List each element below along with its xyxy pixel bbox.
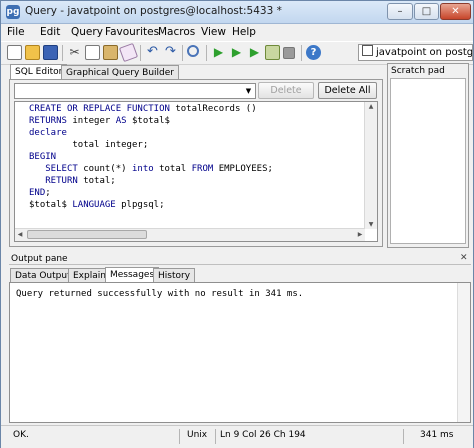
code-line: RETURNS integer AS $total$ (29, 116, 170, 126)
query-time: 341 ms (420, 430, 454, 440)
chevron-down-icon[interactable]: ▼ (242, 84, 255, 98)
toolbar-separator (182, 45, 183, 61)
status-separator (215, 429, 216, 444)
execute-icon[interactable]: ▶ (211, 45, 226, 60)
query-window: pg Query - javatpoint on postgres@localh… (0, 0, 474, 448)
scroll-down-icon[interactable]: ▼ (365, 221, 377, 228)
code-line: SELECT count(*) into total FROM EMPLOYEE… (45, 164, 273, 174)
tab-messages[interactable]: Messages (105, 267, 160, 283)
pgadmin-elephant-icon: pg (6, 5, 20, 19)
scroll-up-icon[interactable]: ▲ (365, 103, 377, 110)
status-separator (179, 429, 180, 444)
query-history-dropdown[interactable]: ▼ (14, 83, 256, 99)
tab-history[interactable]: History (153, 268, 196, 283)
menu-favourites[interactable]: Favourites (105, 26, 159, 38)
editor-vertical-scrollbar[interactable]: ▲ ▼ (364, 102, 377, 229)
find-icon[interactable] (187, 45, 199, 57)
scratch-pad-textarea[interactable] (390, 78, 466, 244)
paste-icon[interactable] (103, 45, 118, 60)
scratch-pad-panel: Scratch pad (387, 63, 469, 248)
output-pane-title: Output pane (11, 254, 68, 264)
code-line: declare (29, 128, 67, 138)
save-icon[interactable] (43, 45, 58, 60)
menu-edit[interactable]: Edit (40, 26, 60, 38)
toolbar-separator (301, 45, 302, 61)
code-line: total integer; (72, 140, 149, 150)
cut-icon[interactable]: ✂ (67, 45, 82, 60)
new-file-icon[interactable] (7, 45, 22, 60)
toolbar: ✂ ↶ ↷ ▶ ▶ ▶ ? javatpoint on postgres@loc… (1, 41, 473, 65)
status-text: OK. (13, 430, 29, 440)
status-separator (403, 429, 404, 444)
code-line: END; (29, 188, 51, 198)
cursor-position: Ln 9 Col 26 Ch 194 (220, 430, 306, 440)
stop-icon[interactable] (283, 47, 295, 59)
output-vertical-scrollbar[interactable] (457, 283, 470, 422)
connection-selector[interactable]: javatpoint on postgres@localhost:5433 (358, 44, 473, 61)
toolbar-separator (206, 45, 207, 61)
scroll-right-icon[interactable]: ▶ (355, 231, 365, 238)
open-folder-icon[interactable] (25, 45, 40, 60)
delete-all-button[interactable]: Delete All (318, 82, 377, 99)
code-line: RETURN total; (45, 176, 116, 186)
sql-code-editor[interactable]: CREATE OR REPLACE FUNCTION totalRecords … (14, 101, 378, 242)
code-line: CREATE OR REPLACE FUNCTION totalRecords … (29, 104, 257, 114)
code-line: BEGIN (29, 152, 57, 162)
redo-icon[interactable]: ↷ (163, 45, 178, 60)
connection-label: javatpoint on postgres@localhost:5433 (376, 47, 473, 58)
result-message: Query returned successfully with no resu… (16, 289, 304, 299)
help-icon[interactable]: ? (306, 45, 321, 60)
line-ending-indicator: Unix (187, 430, 208, 440)
output-close-icon[interactable]: ✕ (460, 253, 468, 263)
menu-help[interactable]: Help (232, 26, 256, 38)
horizontal-scroll-thumb[interactable] (27, 230, 147, 239)
menu-bar: File Edit Query Favourites Macros View H… (1, 24, 473, 40)
scroll-left-icon[interactable]: ◀ (15, 231, 25, 238)
close-button[interactable]: ✕ (440, 3, 471, 20)
menu-view[interactable]: View (201, 26, 226, 38)
output-divider (9, 264, 471, 265)
clear-icon[interactable] (118, 42, 139, 63)
tab-sql-editor[interactable]: SQL Editor (10, 64, 68, 80)
copy-icon[interactable] (85, 45, 100, 60)
toolbar-separator (140, 45, 141, 61)
editor-horizontal-scrollbar[interactable]: ◀ ▶ (15, 228, 365, 241)
title-bar: pg Query - javatpoint on postgres@localh… (1, 1, 473, 24)
messages-output[interactable]: Query returned successfully with no resu… (9, 282, 471, 423)
delete-button[interactable]: Delete (258, 82, 314, 99)
status-bar: OK. Unix Ln 9 Col 26 Ch 194 341 ms (1, 425, 473, 448)
code-line: $total$ LANGUAGE plpgsql; (29, 200, 165, 210)
maximize-button[interactable]: □ (414, 3, 439, 20)
execute-pgscript-icon[interactable]: ▶ (229, 45, 244, 60)
toolbar-separator (62, 45, 63, 61)
explain-icon[interactable] (265, 45, 280, 60)
scratch-pad-title: Scratch pad (391, 66, 445, 76)
execute-to-file-icon[interactable]: ▶ (247, 45, 262, 60)
window-title: Query - javatpoint on postgres@localhost… (25, 5, 282, 17)
menu-query[interactable]: Query (71, 26, 103, 38)
minimize-button[interactable]: – (387, 3, 413, 20)
undo-icon[interactable]: ↶ (145, 45, 160, 60)
tab-data-output[interactable]: Data Output (10, 268, 76, 283)
menu-macros[interactable]: Macros (158, 26, 195, 38)
menu-file[interactable]: File (7, 26, 25, 38)
tab-graphical-query-builder[interactable]: Graphical Query Builder (61, 65, 179, 80)
connection-checkbox[interactable] (362, 45, 373, 56)
